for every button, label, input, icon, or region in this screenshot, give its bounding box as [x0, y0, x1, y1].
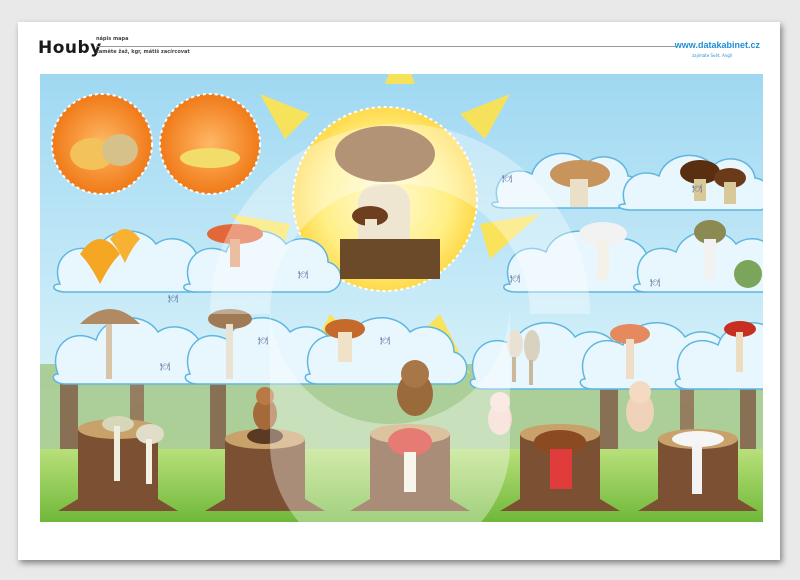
brand-accent: kabinet — [716, 40, 748, 50]
plate-cutlery-icon: 🍽 — [510, 274, 521, 283]
plate-cutlery-icon: 🍽 — [650, 278, 661, 287]
header-subtitle-bottom: zaměte žaž, kgr, mátiš zacírcovat — [96, 49, 190, 55]
plate-cutlery-icon: 🍽 — [258, 336, 269, 345]
scene-illustration — [40, 74, 763, 522]
plate-cutlery-icon: 🍽 — [380, 336, 391, 345]
plate-cutlery-icon: 🍽 — [298, 270, 309, 279]
page-title: Houby — [38, 38, 102, 58]
brand-link[interactable]: www.datakabinet.cz — [675, 40, 760, 50]
mushroom-scene: 🍽 🍽 🍽 🍽 🍽 🍽 🍽 🍽 🍽 ☠ ☠ ☠ ☠ ☠ — [40, 74, 763, 522]
header-rule — [96, 46, 676, 47]
plate-cutlery-icon: 🍽 — [160, 362, 171, 371]
plate-cutlery-icon: 🍽 — [502, 174, 513, 183]
page-header: Houby nápis mapa zaměte žaž, kgr, mátiš … — [18, 22, 780, 74]
plate-cutlery-icon: 🍽 — [168, 294, 179, 303]
brand-prefix: www.data — [674, 40, 717, 50]
brand-tagline: zajímáte Svět, Anglí — [692, 53, 732, 58]
worksheet-page: Houby nápis mapa zaměte žaž, kgr, mátiš … — [18, 22, 780, 560]
brand-suffix: .cz — [747, 40, 760, 50]
header-subtitle-top: nápis mapa — [96, 36, 129, 42]
plate-cutlery-icon: 🍽 — [692, 184, 703, 193]
